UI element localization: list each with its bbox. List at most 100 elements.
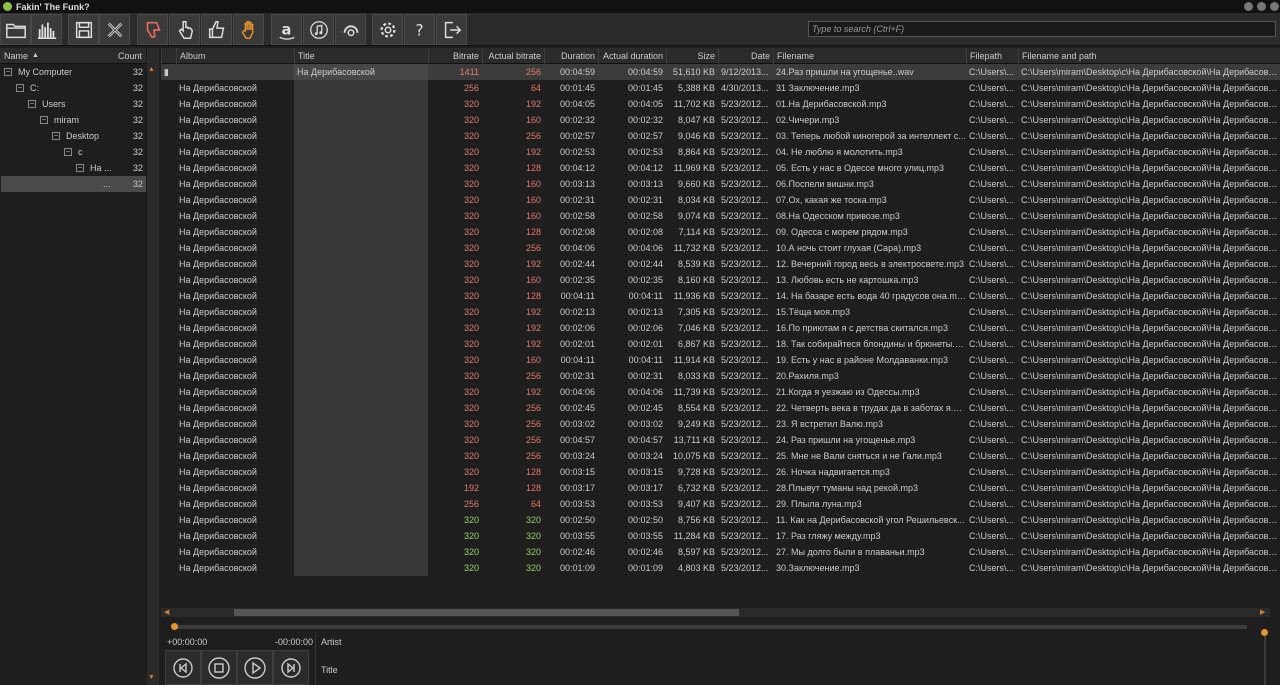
cell-dur: 00:04:05 [559,99,595,109]
collapse-icon[interactable]: − [40,116,48,124]
tree-item-na[interactable]: − На ... 32 [0,160,146,176]
table-row[interactable]: На Дерибасовской 320 256 00:04:06 00:04:06 11… [161,240,1280,256]
tree-item-desktop[interactable]: − Desktop 32 [0,128,146,144]
table-row[interactable]: На Дерибасовской 320 192 00:02:53 00:02:53 8,… [161,144,1280,160]
stop-button[interactable] [201,650,237,685]
header-fullpath[interactable]: Filename and path [1018,48,1280,64]
itunes-button[interactable] [303,14,334,45]
mark-good-button[interactable] [201,14,232,45]
table-row[interactable]: ▮ На Дерибасовской 1411 256 00:04:59 00:04:59… [161,64,1280,80]
table-row[interactable]: На Дерибасовской 320 256 00:02:57 00:02:57 9,… [161,128,1280,144]
table-row[interactable]: На Дерибасовской 320 256 00:04:57 00:04:57 13… [161,432,1280,448]
volume-slider[interactable] [1264,636,1266,685]
scroll-up-arrow-icon[interactable]: ▲ [148,66,155,73]
remove-button[interactable] [99,14,130,45]
header-album[interactable]: Album [176,48,294,64]
close-button[interactable] [1270,2,1279,11]
table-row[interactable]: На Дерибасовской 320 160 00:02:35 00:02:35 8,… [161,272,1280,288]
scrollbar-thumb[interactable] [234,609,739,616]
scroll-left-arrow-icon[interactable]: ◀ [164,608,169,616]
table-row[interactable]: На Дерибасовской 320 320 00:02:50 00:02:50 8,… [161,512,1280,528]
mark-stop-button[interactable] [233,14,264,45]
save-button[interactable] [68,14,99,45]
table-row[interactable]: На Дерибасовской 320 256 00:02:31 00:02:31 8,… [161,368,1280,384]
seek-bar[interactable] [173,625,1247,629]
collapse-icon[interactable]: − [76,164,84,172]
table-row[interactable]: На Дерибасовской 320 128 00:03:15 00:03:15 9,… [161,464,1280,480]
seek-handle[interactable] [171,623,178,630]
header-filepath[interactable]: Filepath [966,48,1018,64]
table-row[interactable]: На Дерибасовской 320 160 00:02:31 00:02:31 8,… [161,192,1280,208]
table-row[interactable]: На Дерибасовской 320 192 00:04:05 00:04:05 11… [161,96,1280,112]
table-row[interactable]: На Дерибасовской 320 160 00:03:13 00:03:13 9,… [161,176,1280,192]
table-row[interactable]: На Дерибасовской 320 192 00:02:06 00:02:06 7,… [161,320,1280,336]
cell-album: На Дерибасовской [179,515,257,525]
table-row[interactable]: На Дерибасовской 320 256 00:02:45 00:02:45 8,… [161,400,1280,416]
table-row[interactable]: На Дерибасовской 320 320 00:03:55 00:03:55 11… [161,528,1280,544]
header-marker[interactable] [161,48,176,64]
table-row[interactable]: На Дерибасовской 320 320 00:02:46 00:02:46 8,… [161,544,1280,560]
cell-adur: 00:04:06 [627,243,663,253]
tree-header-name[interactable]: Name [4,51,28,61]
table-row[interactable]: На Дерибасовской 320 160 00:04:11 00:04:11 11… [161,352,1280,368]
volume-handle[interactable] [1261,629,1268,636]
tree-item-users[interactable]: − Users 32 [0,96,146,112]
help-button[interactable]: ? [404,14,435,45]
collapse-icon[interactable]: − [28,100,36,108]
header-date[interactable]: Date [718,48,773,64]
minimize-button[interactable] [1244,2,1253,11]
table-row[interactable]: На Дерибасовской 320 160 00:02:32 00:02:32 8,… [161,112,1280,128]
table-row[interactable]: На Дерибасовской 320 192 00:02:01 00:02:01 6,… [161,336,1280,352]
open-folder-button[interactable] [0,14,31,45]
table-row[interactable]: На Дерибасовской 320 128 00:04:12 00:04:12 11… [161,160,1280,176]
scroll-right-arrow-icon[interactable]: ▶ [1260,608,1265,616]
table-row[interactable]: На Дерибасовской 320 192 00:02:44 00:02:44 8,… [161,256,1280,272]
header-size[interactable]: Size [666,48,718,64]
table-row[interactable]: На Дерибасовской 320 128 00:02:08 00:02:08 7,… [161,224,1280,240]
cell-album: На Дерибасовской [179,195,257,205]
settings-button[interactable] [372,14,403,45]
table-row[interactable]: На Дерибасовской 320 192 00:02:13 00:02:13 7,… [161,304,1280,320]
tree-header-count[interactable]: Count [118,51,142,61]
next-button[interactable] [273,650,309,685]
table-row[interactable]: На Дерибасовской 320 320 00:01:09 00:01:09 4,… [161,560,1280,576]
tree-item-selected[interactable]: ... 32 [1,176,146,192]
header-actual-bitrate[interactable]: Actual bitrate [482,48,544,64]
tree-item-miram[interactable]: − miram 32 [0,112,146,128]
tree-item-my-computer[interactable]: − My Computer 32 [0,64,146,80]
search-input[interactable] [808,21,1276,37]
scroll-down-arrow-icon[interactable]: ▼ [148,674,155,681]
collapse-icon[interactable]: − [4,68,12,76]
exit-button[interactable] [436,14,467,45]
horizontal-scrollbar[interactable]: ◀ ▶ [161,608,1270,617]
table-row[interactable]: На Дерибасовской 320 128 00:04:11 00:04:11 11… [161,288,1280,304]
table-row[interactable]: На Дерибасовской 320 256 00:03:24 00:03:24 10… [161,448,1280,464]
analyze-button[interactable] [31,14,62,45]
table-row[interactable]: На Дерибасовской 320 256 00:03:02 00:03:02 9,… [161,416,1280,432]
collapse-icon[interactable]: − [64,148,72,156]
table-row[interactable]: На Дерибасовской 256 64 00:01:45 00:01:45 5,3… [161,80,1280,96]
table-row[interactable]: На Дерибасовской 192 128 00:03:17 00:03:17 6,… [161,480,1280,496]
cell-date: 5/23/2012... [721,563,769,573]
tree-scrollbar[interactable]: ▲ ▼ [147,48,159,685]
beatport-button[interactable] [335,14,366,45]
header-duration[interactable]: Duration [544,48,598,64]
amazon-button[interactable]: a [271,14,302,45]
header-actual-duration[interactable]: Actual duration [598,48,666,64]
row-marker [161,528,176,544]
table-row[interactable]: На Дерибасовской 256 64 00:03:53 00:03:53 9,4… [161,496,1280,512]
table-row[interactable]: На Дерибасовской 320 192 00:04:06 00:04:06 11… [161,384,1280,400]
header-title[interactable]: Title [294,48,428,64]
tree-item-c[interactable]: − c 32 [0,144,146,160]
header-filename[interactable]: Filename [773,48,966,64]
mark-unknown-button[interactable] [169,14,200,45]
table-row[interactable]: На Дерибасовской 320 160 00:02:58 00:02:58 9,… [161,208,1280,224]
header-bitrate[interactable]: Bitrate [428,48,482,64]
collapse-icon[interactable]: − [16,84,24,92]
previous-button[interactable] [165,650,201,685]
mark-bad-button[interactable] [137,14,168,45]
tree-item-c-drive[interactable]: − C: 32 [0,80,146,96]
maximize-button[interactable] [1257,2,1266,11]
collapse-icon[interactable]: − [52,132,60,140]
play-button[interactable] [237,650,273,685]
